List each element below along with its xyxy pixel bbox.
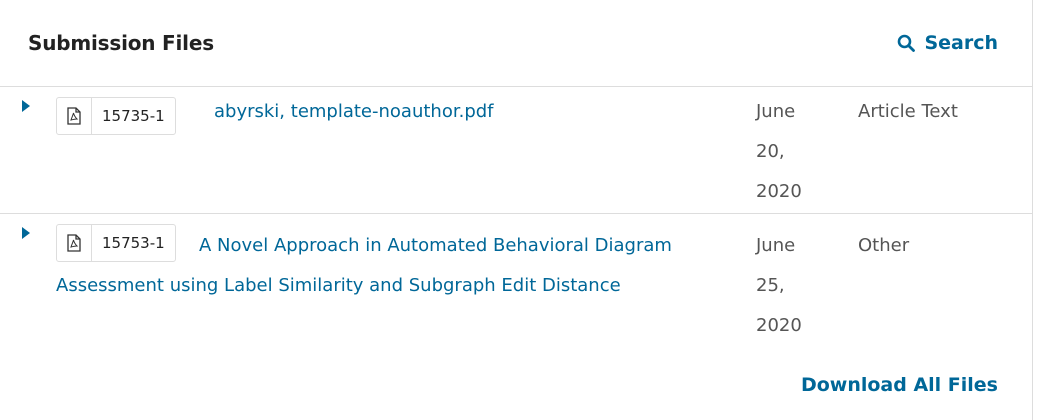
expand-triangle-icon[interactable] <box>22 100 30 112</box>
pdf-file-icon <box>57 98 92 134</box>
search-icon <box>898 34 916 52</box>
pdf-file-icon <box>57 225 92 261</box>
file-date: June 25, 2020 <box>756 226 816 346</box>
file-date-day: 20, <box>756 141 785 162</box>
file-genre: Article Text <box>858 101 958 122</box>
file-id-box: 15753-1 <box>56 224 176 262</box>
file-date: June 20, 2020 <box>756 92 816 212</box>
file-date-year: 2020 <box>756 315 802 336</box>
file-date-day: 25, <box>756 275 785 296</box>
panel-header: Submission Files Search <box>0 0 1032 87</box>
file-name-link-continued[interactable]: Assessment using Label Similarity and Su… <box>56 266 621 306</box>
expand-triangle-icon[interactable] <box>22 227 30 239</box>
search-button[interactable]: Search <box>897 28 998 58</box>
file-name-link[interactable]: A Novel Approach in Automated Behavioral… <box>199 226 672 266</box>
file-date-year: 2020 <box>756 181 802 202</box>
panel-title: Submission Files <box>28 31 214 55</box>
search-button-label: Search <box>924 32 998 54</box>
file-genre: Other <box>858 235 910 256</box>
file-id: 15753-1 <box>102 234 165 252</box>
submission-files-panel: Submission Files Search 15735-1 abyrski,… <box>0 0 1033 420</box>
file-name-link[interactable]: abyrski, template-noauthor.pdf <box>214 92 494 132</box>
file-date-month: June <box>756 235 796 256</box>
file-id-box: 15735-1 <box>56 97 176 135</box>
download-all-files-button[interactable]: Download All Files <box>801 370 998 400</box>
file-row: 15735-1 abyrski, template-noauthor.pdf J… <box>0 87 1032 214</box>
file-id: 15735-1 <box>102 107 165 125</box>
file-date-month: June <box>756 101 796 122</box>
file-row: 15753-1 A Novel Approach in Automated Be… <box>0 214 1032 347</box>
